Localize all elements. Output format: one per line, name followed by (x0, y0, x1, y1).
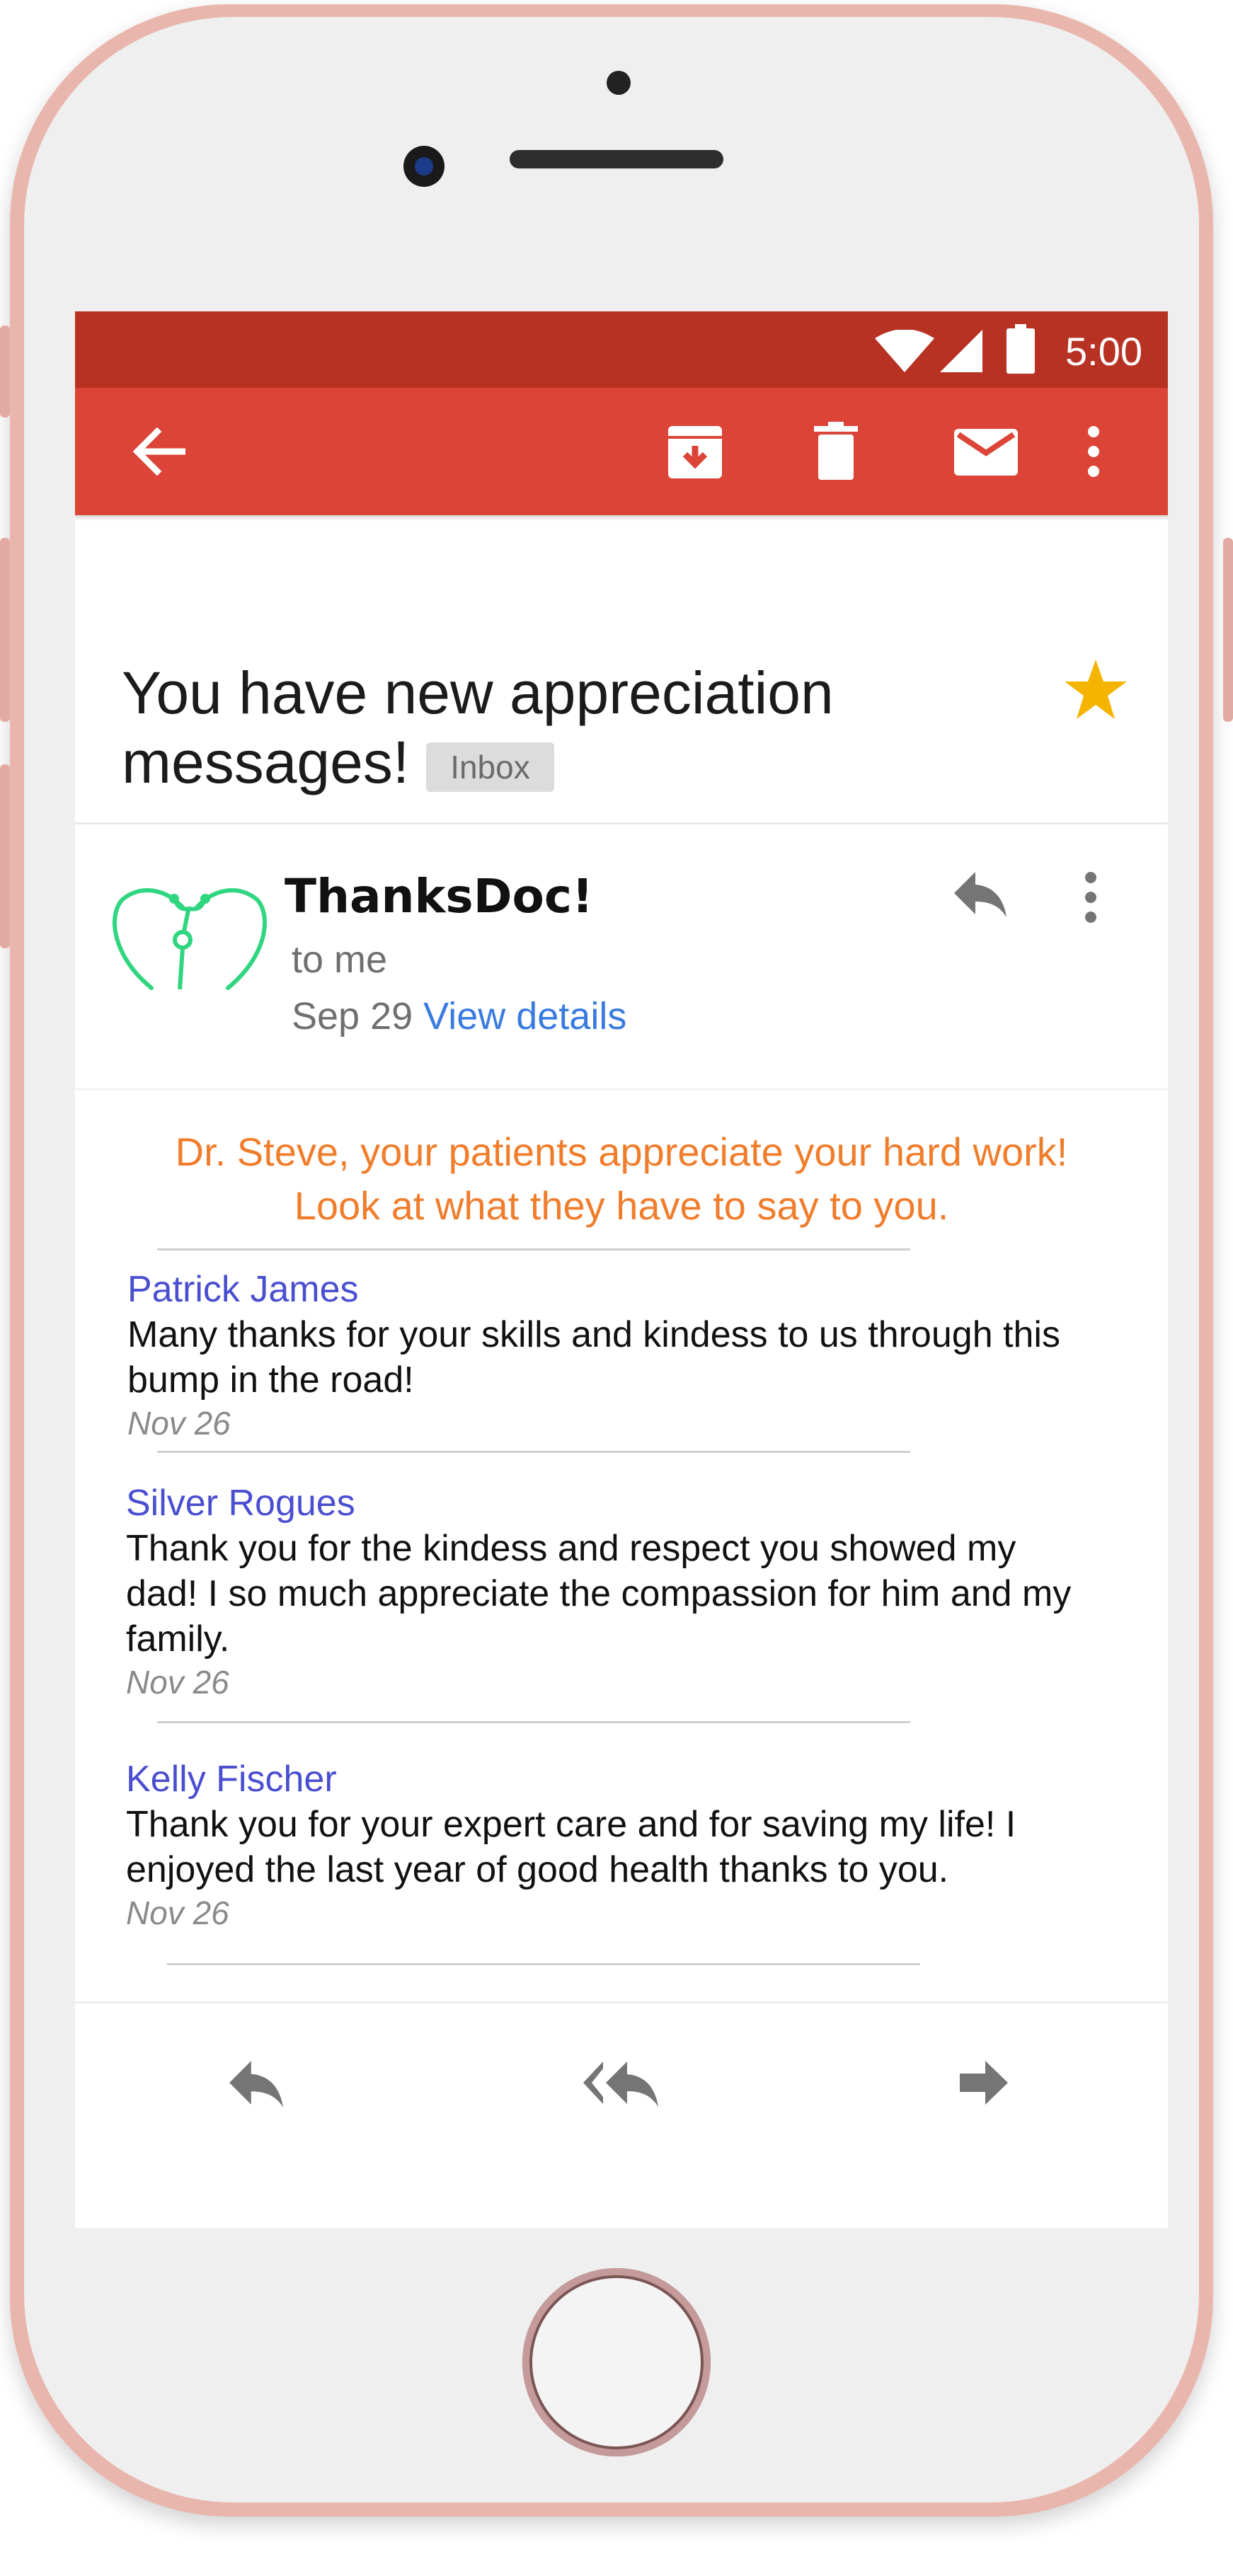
message-body: Thank you for the kindess and respect yo… (126, 1526, 1131, 1662)
app-toolbar (75, 388, 1168, 515)
volume-down-button (0, 764, 10, 948)
message-line: enjoyed the last year of good health tha… (126, 1849, 949, 1890)
sent-date: Sep 29 (292, 995, 413, 1037)
forward-icon[interactable] (960, 2059, 1009, 2106)
message-author: Kelly Fischer (126, 1759, 337, 1800)
message-line: family. (126, 1618, 230, 1660)
message-line: Thank you for your expert care and for s… (126, 1804, 1016, 1845)
headline-line: Dr. Steve, your patients appreciate your… (175, 1129, 1068, 1174)
sender-name: ThanksDoc! (285, 869, 594, 924)
toolbar-shadow (75, 515, 1168, 521)
inbox-label-chip[interactable]: Inbox (426, 742, 554, 792)
proximity-sensor (607, 71, 631, 95)
headline-line: Look at what they have to say to you. (294, 1183, 949, 1228)
status-bar: 5:00 (75, 311, 1168, 388)
earpiece-speaker (510, 150, 723, 168)
front-camera (403, 146, 445, 187)
message-line: dad! I so much appreciate the compassion… (126, 1573, 1072, 1614)
volume-up-button (0, 538, 10, 722)
sent-date-line: Sep 29 View details (292, 994, 626, 1038)
arrow-left-icon[interactable] (132, 427, 185, 476)
phone-screen: 5:00 You have new appreciation messages!… (75, 311, 1168, 2228)
message-date: Nov 26 (127, 1405, 231, 1442)
bottom-actions-divider (75, 2001, 1168, 2003)
power-button (1223, 538, 1233, 722)
recipient-line[interactable]: to me (292, 938, 387, 982)
thanksdoc-logo-icon (113, 888, 267, 990)
message-separator (167, 1963, 920, 1965)
reply-icon[interactable] (953, 870, 1008, 919)
email-subject: You have new appreciation messages! Inbox (122, 658, 1042, 797)
more-vert-icon[interactable] (1083, 870, 1099, 924)
wifi-icon (875, 330, 934, 372)
cell-signal-icon (940, 330, 982, 372)
reply-all-icon[interactable] (582, 2059, 660, 2109)
home-button[interactable] (522, 2268, 711, 2456)
subject-divider (75, 822, 1168, 824)
trash-icon[interactable] (814, 422, 858, 480)
message-date: Nov 26 (126, 1664, 229, 1701)
view-details-link[interactable]: View details (423, 995, 626, 1037)
message-separator (157, 1451, 910, 1453)
message-line: Many thanks for your skills and kindess … (127, 1314, 1060, 1355)
message-date: Nov 26 (126, 1894, 229, 1931)
mail-icon[interactable] (954, 429, 1018, 476)
message-separator (157, 1248, 910, 1250)
message-author: Patrick James (127, 1269, 359, 1310)
mute-switch (0, 326, 10, 418)
email-headline: Dr. Steve, your patients appreciate your… (103, 1125, 1140, 1233)
message-body: Thank you for your expert care and for s… (126, 1802, 1131, 1892)
status-time: 5:00 (1065, 329, 1142, 374)
more-vert-icon[interactable] (1086, 425, 1101, 478)
message-separator (157, 1721, 910, 1723)
reply-icon[interactable] (228, 2059, 285, 2109)
message-line: bump in the road! (127, 1359, 414, 1401)
battery-icon (1007, 324, 1035, 374)
message-body: Many thanks for your skills and kindess … (127, 1312, 1132, 1403)
header-divider (75, 1088, 1168, 1091)
message-author: Silver Rogues (126, 1483, 355, 1524)
message-line: Thank you for the kindess and respect yo… (126, 1528, 1016, 1569)
star-icon[interactable] (1063, 658, 1128, 720)
archive-icon[interactable] (665, 422, 725, 481)
